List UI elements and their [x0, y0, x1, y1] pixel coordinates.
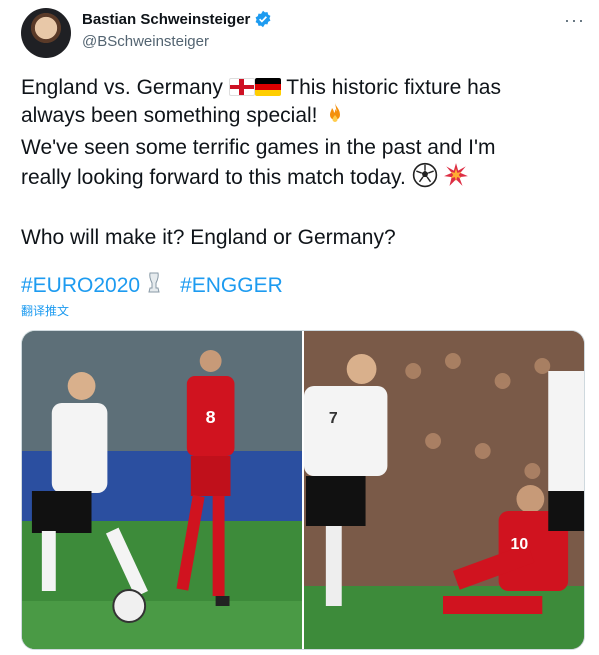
trophy-icon	[146, 271, 162, 301]
tweet-line5: Who will make it? England or Germany?	[21, 226, 396, 249]
tweet-line1b: This historic fixture has	[286, 76, 501, 99]
germany-flag-icon	[254, 78, 281, 96]
photo-left[interactable]: 8	[22, 331, 302, 649]
england-flag-icon	[228, 78, 255, 96]
right-jersey-number-a: 7	[329, 410, 338, 427]
author-name-row[interactable]: Bastian Schweinsteiger	[82, 10, 272, 28]
tweet-line4: really looking forward to this match tod…	[21, 166, 406, 189]
collision-icon	[443, 162, 469, 196]
display-name[interactable]: Bastian Schweinsteiger	[82, 11, 250, 28]
photo-left-image: 8	[22, 331, 302, 649]
right-jersey-number-b: 10	[511, 536, 529, 553]
fire-icon	[323, 102, 347, 134]
tweet-line3: We've seen some terrific games in the pa…	[21, 136, 496, 159]
hashtag-euro2020[interactable]: #EURO2020	[21, 274, 140, 298]
translate-tweet-link[interactable]: 翻译推文	[21, 302, 69, 319]
author-handle[interactable]: @BSchweinsteiger	[82, 33, 209, 50]
verified-badge-icon	[254, 10, 272, 28]
left-jersey-number: 8	[206, 407, 216, 427]
avatar[interactable]	[21, 8, 71, 58]
tweet-line1a: England vs. Germany	[21, 76, 223, 99]
media-grid: 8 7 10	[21, 330, 585, 650]
more-options-icon[interactable]: ···	[564, 10, 585, 31]
soccer-ball-icon	[412, 162, 438, 196]
hashtag-engger[interactable]: #ENGGER	[180, 274, 283, 298]
photo-right-image: 7 10	[304, 331, 584, 649]
tweet-text: England vs. Germany This historic fixtur…	[21, 74, 581, 252]
photo-right[interactable]: 7 10	[304, 331, 584, 649]
hashtags: #EURO2020 #ENGGER	[21, 271, 283, 301]
tweet-line2: always been something special!	[21, 104, 318, 127]
